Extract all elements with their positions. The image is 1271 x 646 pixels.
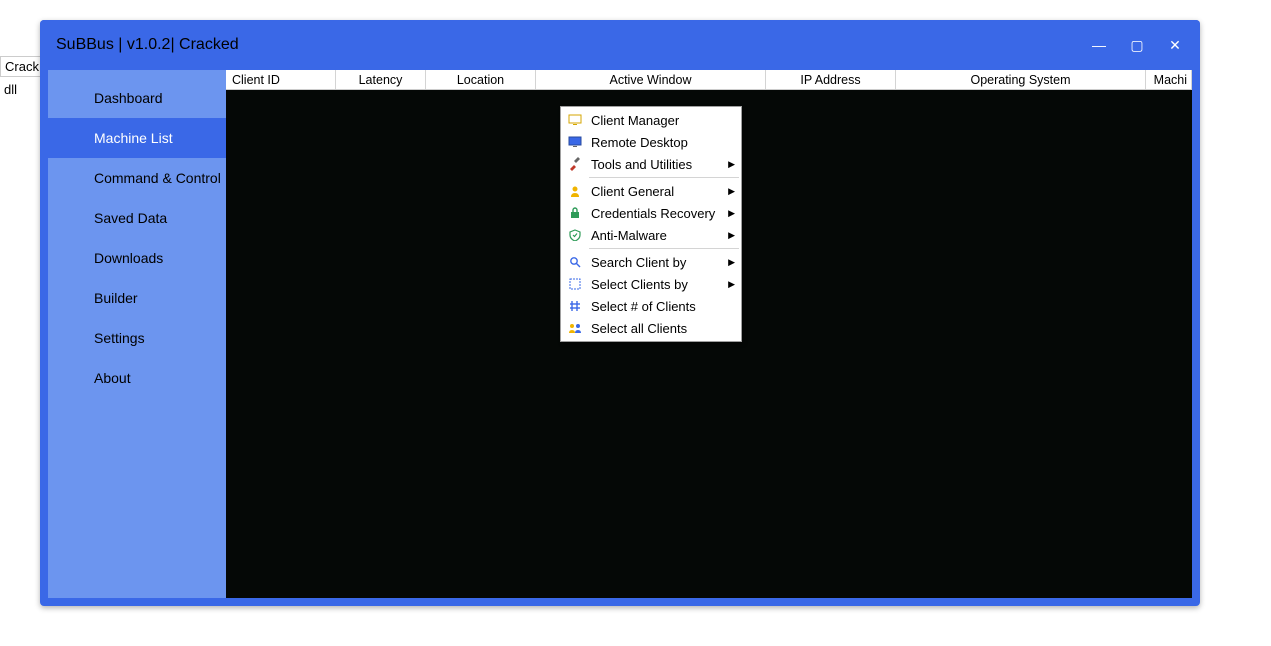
- user-icon: [565, 183, 585, 199]
- tools-icon: [565, 156, 585, 172]
- ctx-label: Client General: [591, 184, 728, 199]
- ctx-tools-utilities[interactable]: Tools and Utilities ▶: [561, 153, 741, 175]
- sidebar-item-dashboard[interactable]: Dashboard: [48, 78, 226, 118]
- app-window: SuBBus | v1.0.2| Cracked — ▢ ✕ Dashboard…: [40, 20, 1200, 606]
- chevron-right-icon: ▶: [728, 257, 735, 268]
- search-icon: [565, 254, 585, 270]
- sidebar-item-builder[interactable]: Builder: [48, 278, 226, 318]
- monitor-icon: [565, 112, 585, 128]
- ctx-client-manager[interactable]: Client Manager: [561, 109, 741, 131]
- ctx-anti-malware[interactable]: Anti-Malware ▶: [561, 224, 741, 246]
- col-latency[interactable]: Latency: [336, 70, 426, 89]
- col-machine[interactable]: Machi: [1146, 70, 1192, 89]
- lock-icon: [565, 205, 585, 221]
- ctx-label: Client Manager: [591, 113, 735, 128]
- context-menu: Client Manager Remote Desktop Tools and …: [560, 106, 742, 342]
- col-active-window[interactable]: Active Window: [536, 70, 766, 89]
- col-ip-address[interactable]: IP Address: [766, 70, 896, 89]
- desktop-icon: [565, 134, 585, 150]
- titlebar[interactable]: SuBBus | v1.0.2| Cracked — ▢ ✕: [40, 20, 1200, 70]
- ctx-label: Search Client by: [591, 255, 728, 270]
- col-location[interactable]: Location: [426, 70, 536, 89]
- ctx-client-general[interactable]: Client General ▶: [561, 180, 741, 202]
- bg-tag: dll: [0, 80, 21, 99]
- sidebar-item-machine-list[interactable]: Machine List: [48, 118, 226, 158]
- sidebar-item-command-control[interactable]: Command & Control: [48, 158, 226, 198]
- sidebar-item-downloads[interactable]: Downloads: [48, 238, 226, 278]
- sidebar-item-saved-data[interactable]: Saved Data: [48, 198, 226, 238]
- maximize-button[interactable]: ▢: [1128, 36, 1146, 54]
- ctx-label: Anti-Malware: [591, 228, 728, 243]
- minimize-button[interactable]: —: [1090, 36, 1108, 54]
- ctx-credentials-recovery[interactable]: Credentials Recovery ▶: [561, 202, 741, 224]
- chevron-right-icon: ▶: [728, 159, 735, 170]
- ctx-label: Select # of Clients: [591, 299, 735, 314]
- main-panel: Client ID Latency Location Active Window…: [226, 70, 1192, 598]
- table-header: Client ID Latency Location Active Window…: [226, 70, 1192, 90]
- col-client-id[interactable]: Client ID: [226, 70, 336, 89]
- ctx-separator: [589, 248, 739, 249]
- ctx-search-client-by[interactable]: Search Client by ▶: [561, 251, 741, 273]
- ctx-select-clients-by[interactable]: Select Clients by ▶: [561, 273, 741, 295]
- window-title: SuBBus | v1.0.2| Cracked: [56, 36, 1090, 54]
- ctx-label: Tools and Utilities: [591, 157, 728, 172]
- bg-tag: Crack: [0, 56, 44, 77]
- ctx-label: Select Clients by: [591, 277, 728, 292]
- chevron-right-icon: ▶: [728, 208, 735, 219]
- ctx-label: Select all Clients: [591, 321, 735, 336]
- chevron-right-icon: ▶: [728, 186, 735, 197]
- close-button[interactable]: ✕: [1166, 36, 1184, 54]
- sidebar: Dashboard Machine List Command & Control…: [48, 70, 226, 598]
- ctx-remote-desktop[interactable]: Remote Desktop: [561, 131, 741, 153]
- chevron-right-icon: ▶: [728, 279, 735, 290]
- shield-icon: [565, 227, 585, 243]
- hash-icon: [565, 298, 585, 314]
- chevron-right-icon: ▶: [728, 230, 735, 241]
- ctx-select-all-clients[interactable]: Select all Clients: [561, 317, 741, 339]
- ctx-label: Remote Desktop: [591, 135, 735, 150]
- col-operating-system[interactable]: Operating System: [896, 70, 1146, 89]
- ctx-separator: [589, 177, 739, 178]
- group-icon: [565, 320, 585, 336]
- select-icon: [565, 276, 585, 292]
- sidebar-item-about[interactable]: About: [48, 358, 226, 398]
- ctx-select-number-clients[interactable]: Select # of Clients: [561, 295, 741, 317]
- ctx-label: Credentials Recovery: [591, 206, 728, 221]
- sidebar-item-settings[interactable]: Settings: [48, 318, 226, 358]
